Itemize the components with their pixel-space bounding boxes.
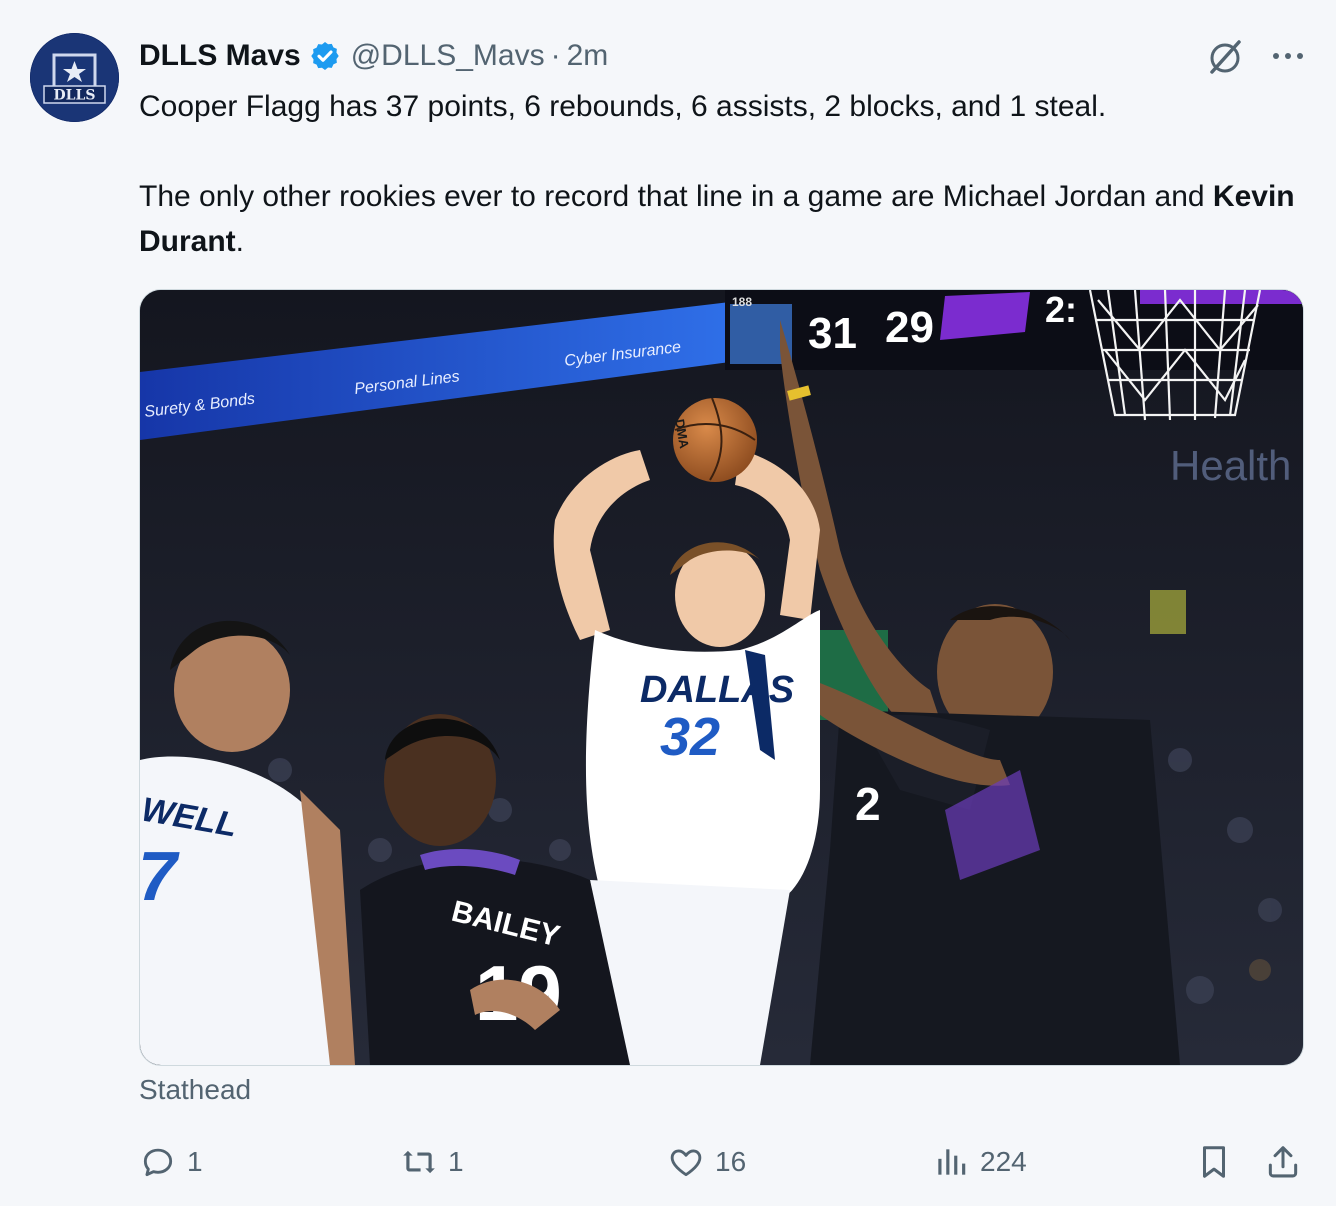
like-count: 16 bbox=[715, 1146, 747, 1177]
repost-button[interactable]: 1 bbox=[400, 1135, 464, 1189]
display-name[interactable]: DLLS Mavs bbox=[139, 39, 301, 73]
bookmark-icon bbox=[1202, 1146, 1226, 1178]
handle[interactable]: @DLLS_Mavs bbox=[351, 39, 545, 73]
dallas-jersey-team: DALLAS bbox=[640, 669, 794, 711]
like-button[interactable]: 16 bbox=[667, 1135, 746, 1189]
grok-icon[interactable] bbox=[1206, 38, 1244, 76]
tweet-text: Cooper Flagg has 37 points, 6 rebounds, … bbox=[139, 84, 1309, 264]
tweet-media-photo[interactable]: Surety & Bonds Personal Lines Cyber Insu… bbox=[139, 289, 1304, 1066]
arena-signage: Health bbox=[1170, 442, 1291, 489]
avatar[interactable]: DLLS bbox=[30, 33, 119, 122]
view-count: 224 bbox=[980, 1146, 1027, 1177]
tweet-line-2: The only other rookies ever to record th… bbox=[139, 174, 1309, 264]
left-jersey-number: 7 bbox=[140, 837, 180, 915]
avatar-text: DLLS bbox=[54, 88, 96, 104]
reply-count: 1 bbox=[187, 1146, 203, 1177]
scoreboard-home-score: 31 bbox=[808, 309, 857, 358]
share-icon bbox=[1268, 1146, 1298, 1178]
scoreboard-clock: 2: bbox=[1045, 290, 1077, 330]
utah-jersey-number: 2 bbox=[855, 778, 881, 830]
repost-icon bbox=[403, 1150, 435, 1174]
reply-icon bbox=[143, 1148, 173, 1177]
dallas-jersey-number: 32 bbox=[660, 707, 720, 767]
scoreboard-away-score: 29 bbox=[885, 303, 934, 352]
media-source-label[interactable]: Stathead bbox=[139, 1074, 251, 1106]
verified-badge-icon bbox=[309, 40, 341, 72]
tweet-line-1: Cooper Flagg has 37 points, 6 rebounds, … bbox=[139, 90, 1107, 123]
scoreboard-small: 188 bbox=[732, 295, 752, 309]
timestamp[interactable]: 2m bbox=[567, 39, 609, 73]
views-button[interactable]: 224 bbox=[932, 1135, 1027, 1189]
action-bar: 1 1 16 224 bbox=[0, 1135, 1336, 1189]
share-button[interactable] bbox=[1264, 1135, 1302, 1189]
separator-dot: · bbox=[550, 39, 561, 72]
tweet-line-2-end: . bbox=[235, 225, 245, 258]
tweet-line-2-start: The only other rookies ever to record th… bbox=[139, 180, 1213, 213]
views-chart-icon bbox=[938, 1149, 966, 1175]
more-options-icon[interactable] bbox=[1268, 38, 1308, 74]
heart-icon bbox=[670, 1149, 702, 1177]
repost-count: 1 bbox=[448, 1146, 464, 1177]
bookmark-button[interactable] bbox=[1195, 1135, 1233, 1189]
tweet-header: DLLS Mavs @DLLS_Mavs · 2m bbox=[139, 34, 1296, 78]
reply-button[interactable]: 1 bbox=[139, 1135, 203, 1189]
